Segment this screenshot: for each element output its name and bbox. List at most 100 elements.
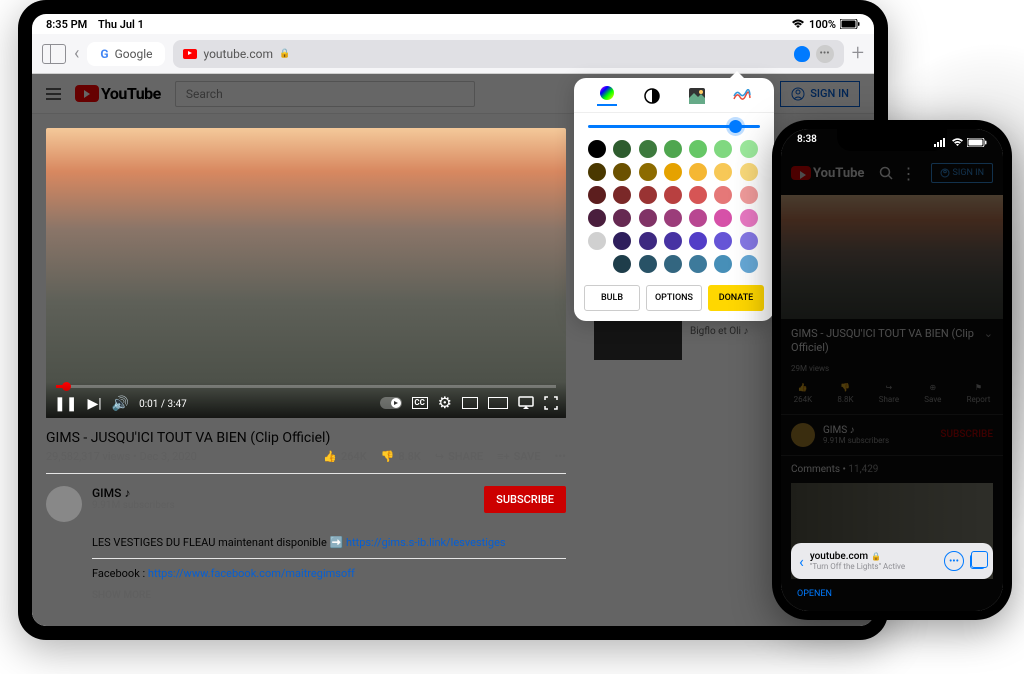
color-swatch[interactable] — [740, 186, 758, 204]
color-swatch[interactable] — [588, 140, 606, 158]
wifi-icon — [951, 138, 964, 147]
video-description: LES VESTIGES DU FLEAU maintenant disponi… — [92, 534, 566, 604]
back-button[interactable]: ‹ — [74, 43, 79, 64]
color-swatch[interactable] — [740, 163, 758, 181]
donate-button[interactable]: DONATE — [708, 285, 764, 311]
channel-name[interactable]: GIMS ♪ — [92, 486, 474, 500]
color-swatch[interactable] — [664, 140, 682, 158]
sidebar-button[interactable] — [42, 44, 66, 64]
miniplayer-icon[interactable] — [462, 397, 478, 409]
options-button[interactable]: OPTIONS — [646, 285, 702, 311]
color-swatch[interactable] — [689, 232, 707, 250]
lock-icon: 🔒 — [279, 49, 290, 59]
brightness-slider[interactable] — [588, 125, 760, 128]
color-swatch[interactable] — [613, 140, 631, 158]
facebook-link[interactable]: https://www.facebook.com/maitregimsoff — [148, 567, 355, 580]
color-swatch[interactable] — [613, 163, 631, 181]
autoplay-toggle[interactable] — [380, 397, 402, 409]
color-swatch[interactable] — [613, 186, 631, 204]
share-button[interactable]: ↪ SHARE — [435, 450, 483, 463]
popup-tab-image[interactable] — [687, 86, 707, 106]
user-icon — [791, 87, 805, 101]
dislike-button[interactable]: 👎 8.8K — [381, 450, 421, 463]
theater-icon[interactable] — [488, 397, 508, 409]
color-swatch[interactable] — [639, 209, 657, 227]
color-swatch[interactable] — [664, 163, 682, 181]
bulb-button[interactable]: BULB — [584, 285, 640, 311]
rec-channel: Bigflo et Oli ♪ — [690, 325, 768, 338]
volume-icon[interactable]: 🔊 — [112, 396, 129, 418]
more-button[interactable]: ••• — [554, 450, 566, 463]
channel-avatar[interactable] — [46, 486, 82, 522]
color-swatch[interactable] — [664, 186, 682, 204]
pause-button[interactable]: ❚❚ — [54, 396, 77, 418]
bulb-extension-icon[interactable] — [794, 46, 810, 62]
color-swatch[interactable] — [588, 209, 606, 227]
like-button[interactable]: 👍 264K — [323, 450, 366, 463]
color-swatch[interactable] — [714, 186, 732, 204]
color-swatch[interactable] — [588, 163, 606, 181]
color-swatch[interactable] — [714, 255, 732, 273]
color-swatch[interactable] — [740, 255, 758, 273]
color-swatch[interactable] — [740, 209, 758, 227]
time-display: 0:01 / 3:47 — [139, 399, 187, 418]
color-swatch[interactable] — [689, 209, 707, 227]
iphone-address-bar[interactable]: ‹ youtube.com 🔒 "Turn Off the Lights" Ac… — [791, 543, 993, 579]
extensions-more-icon[interactable]: ••• — [816, 45, 834, 63]
iphone-back-button[interactable]: ‹ — [799, 552, 804, 571]
save-button[interactable]: ≡+ SAVE — [497, 450, 540, 463]
youtube-logo[interactable]: YouTube — [75, 84, 161, 103]
color-swatch[interactable] — [714, 163, 732, 181]
iphone-screen: 8:38 YouTube — [781, 129, 1003, 611]
color-swatch[interactable] — [613, 232, 631, 250]
color-swatch[interactable] — [613, 209, 631, 227]
iphone-tabs-icon[interactable] — [970, 554, 985, 569]
color-swatch[interactable] — [740, 232, 758, 250]
color-swatch[interactable] — [689, 186, 707, 204]
sign-in-button[interactable]: SIGN IN — [780, 81, 860, 107]
color-swatch[interactable] — [664, 255, 682, 273]
color-swatch[interactable] — [664, 209, 682, 227]
color-swatch[interactable] — [714, 232, 732, 250]
subscribe-button[interactable]: SUBSCRIBE — [484, 486, 566, 513]
cc-button[interactable]: CC — [412, 397, 428, 409]
settings-icon[interactable]: ⚙ — [438, 393, 452, 412]
youtube-main: ❚❚ ▶| 🔊 0:01 / 3:47 CC ⚙ — [32, 114, 594, 626]
popup-tab-contrast[interactable] — [642, 86, 662, 106]
color-swatch[interactable] — [639, 255, 657, 273]
color-swatch[interactable] — [588, 186, 606, 204]
description-link[interactable]: https://gims.s-ib.link/lesvestiges — [346, 536, 506, 549]
color-swatch[interactable] — [639, 163, 657, 181]
lock-icon: 🔒 — [871, 552, 881, 561]
color-swatch[interactable] — [740, 140, 758, 158]
color-swatch[interactable] — [664, 232, 682, 250]
color-swatch[interactable] — [639, 232, 657, 250]
popup-tab-animation[interactable] — [732, 86, 752, 106]
status-bar: 8:35 PM Thu Jul 1 100% — [32, 14, 874, 34]
iphone-status-bar: 8:38 — [781, 134, 1003, 150]
hamburger-icon[interactable] — [46, 88, 61, 100]
tab-youtube[interactable]: ✕ youtube.com 🔒 ••• — [173, 40, 843, 68]
color-swatch[interactable] — [689, 140, 707, 158]
next-button[interactable]: ▶| — [87, 396, 101, 418]
color-swatch[interactable] — [613, 255, 631, 273]
subscriber-count: 9.91M subscribers — [92, 500, 474, 511]
color-swatch[interactable] — [714, 209, 732, 227]
search-input[interactable]: Search — [175, 81, 475, 107]
tab-google[interactable]: G Google — [87, 42, 165, 66]
iphone-more-icon[interactable]: ••• — [944, 551, 964, 571]
color-palette — [574, 140, 774, 285]
color-swatch[interactable] — [714, 140, 732, 158]
fullscreen-icon[interactable] — [544, 396, 558, 410]
color-swatch[interactable] — [588, 232, 606, 250]
color-swatch[interactable] — [639, 140, 657, 158]
color-swatch[interactable] — [639, 186, 657, 204]
airplay-icon[interactable] — [518, 396, 534, 410]
popup-tab-color[interactable] — [597, 86, 617, 106]
new-tab-button[interactable]: + — [852, 41, 864, 66]
show-more-button[interactable]: SHOW MORE — [92, 588, 566, 604]
color-swatch[interactable] — [689, 163, 707, 181]
iphone-open-link[interactable]: OPENEN — [797, 589, 832, 599]
color-swatch[interactable] — [689, 255, 707, 273]
video-player[interactable]: ❚❚ ▶| 🔊 0:01 / 3:47 CC ⚙ — [46, 128, 566, 418]
